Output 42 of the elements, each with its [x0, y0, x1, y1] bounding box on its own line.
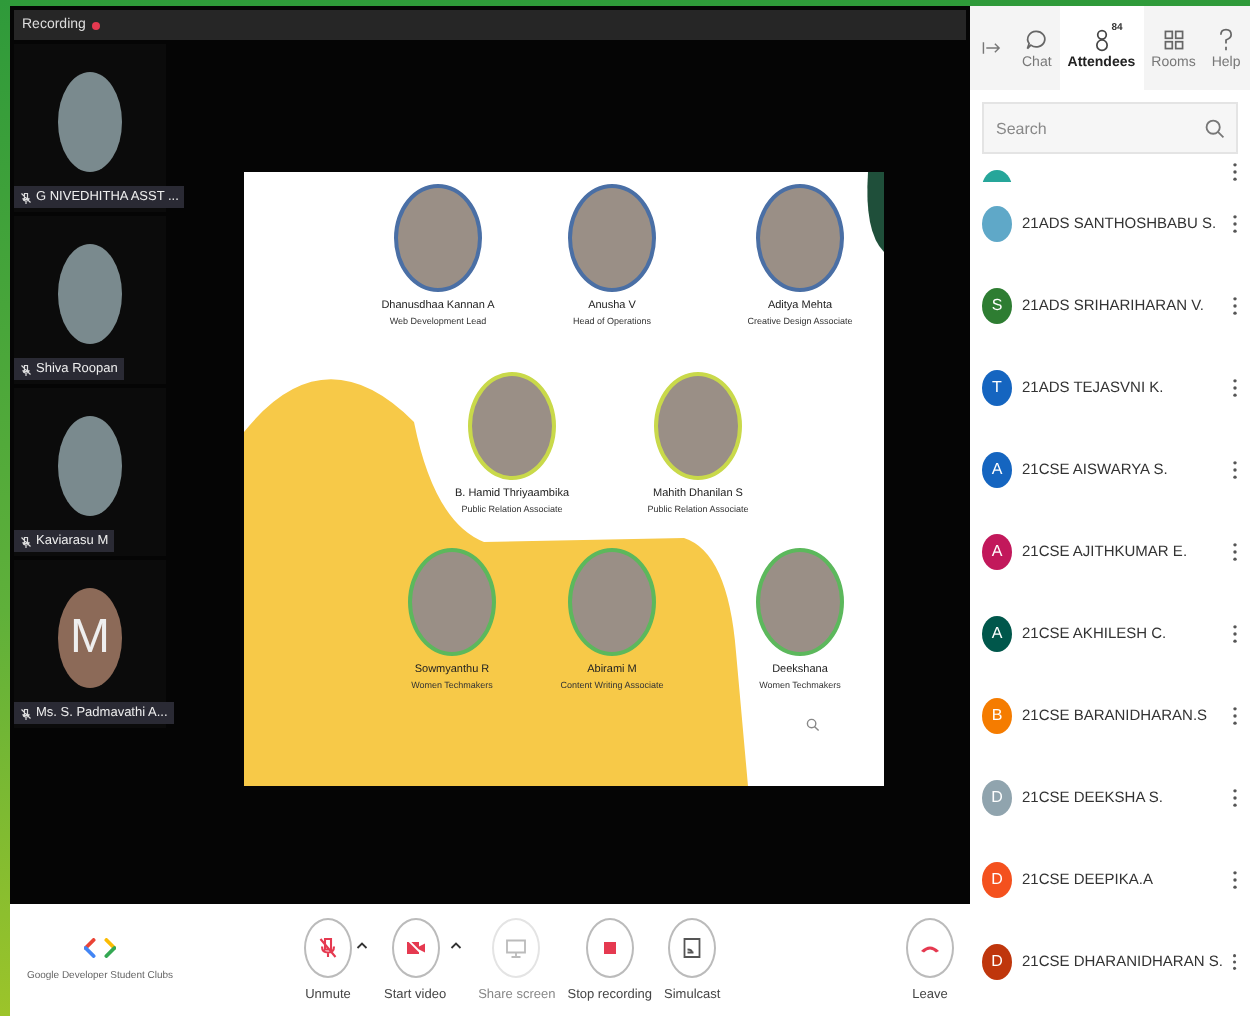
grid-icon	[1161, 27, 1186, 51]
attendee-avatar: A	[982, 533, 1012, 569]
chat-bubble-icon	[1024, 27, 1049, 51]
caret-icon[interactable]	[356, 940, 368, 950]
muted-mic-icon	[20, 191, 32, 203]
participant-avatar: M	[58, 588, 122, 688]
more-options-icon[interactable]	[1232, 162, 1238, 182]
photo-placeholder	[58, 244, 122, 344]
brackets-logo-icon	[84, 938, 116, 958]
collapse-panel-icon[interactable]	[982, 40, 1002, 56]
muted-mic-icon	[20, 363, 32, 375]
search-icon	[1204, 118, 1226, 140]
caret-icon[interactable]	[450, 940, 463, 950]
cast-icon	[680, 936, 705, 960]
muted-mic-icon	[20, 707, 32, 719]
attendee-avatar: T	[982, 369, 1012, 405]
photo-placeholder	[58, 72, 122, 172]
magnifier-icon	[806, 718, 820, 732]
more-options-icon[interactable]	[1232, 787, 1238, 807]
attendee-avatar: D	[982, 861, 1012, 897]
camera-off-icon	[403, 936, 428, 960]
more-options-icon[interactable]	[1232, 541, 1238, 561]
more-options-icon[interactable]	[1232, 705, 1238, 725]
attendee-avatar: D	[982, 779, 1012, 815]
more-options-icon[interactable]	[1232, 295, 1238, 315]
more-options-icon[interactable]	[1232, 623, 1238, 643]
attendee-avatar: D	[982, 943, 1012, 979]
muted-mic-icon	[316, 936, 340, 960]
more-options-icon[interactable]	[1232, 459, 1238, 479]
attendee-avatar: S	[982, 287, 1012, 323]
attendee-avatar: B	[982, 697, 1012, 733]
monitor-icon	[504, 936, 529, 960]
more-options-icon[interactable]	[1232, 213, 1238, 233]
attendee-avatar: A	[982, 615, 1012, 651]
photo-placeholder	[58, 416, 122, 516]
attendee-avatar: A	[982, 451, 1012, 487]
more-options-icon[interactable]	[1232, 951, 1238, 971]
more-options-icon[interactable]	[1232, 377, 1238, 397]
search-field[interactable]: Search	[982, 102, 1238, 154]
recording-dot-icon	[91, 21, 100, 29]
more-options-icon[interactable]	[1232, 869, 1238, 889]
muted-mic-icon	[20, 535, 32, 547]
